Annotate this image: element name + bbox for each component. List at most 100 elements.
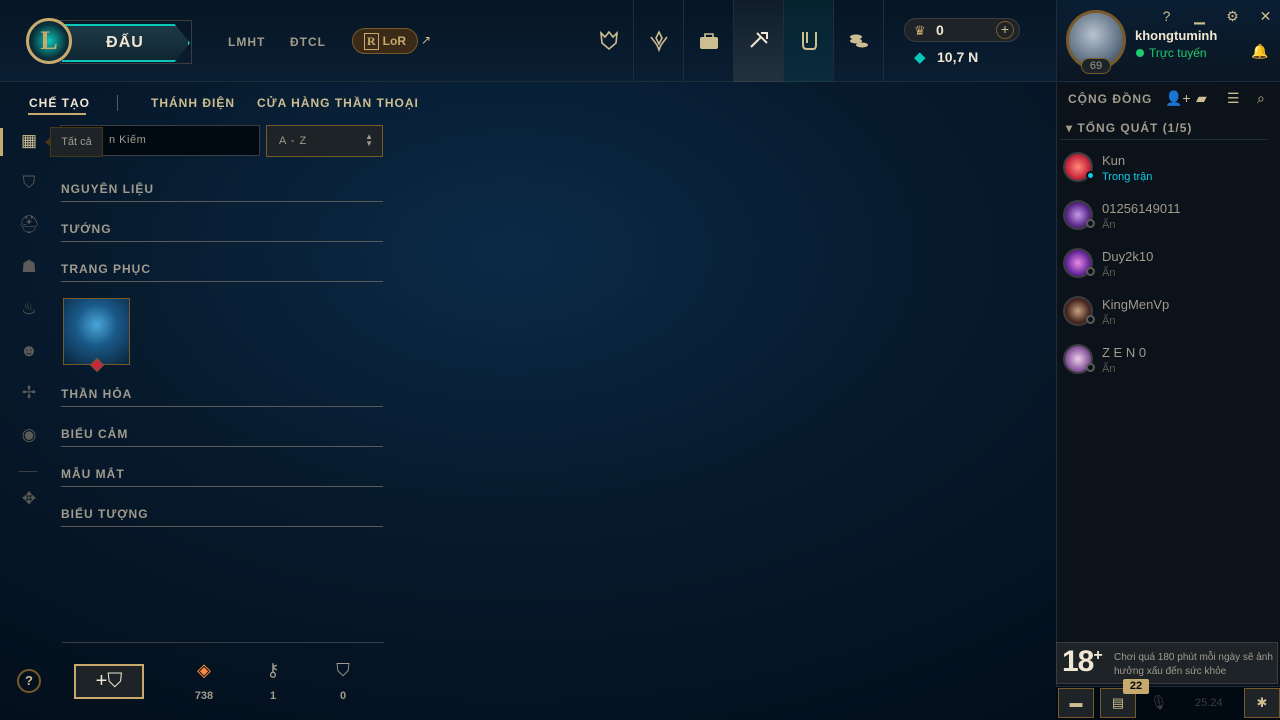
orange-essence-icon: ◈ [197,660,211,680]
nav-tft[interactable]: ĐTCL [290,35,326,49]
friend-status: Ẩn [1102,363,1116,375]
flame-icon[interactable]: ♨ [18,298,40,320]
friend-status-dot [1086,315,1095,324]
crafting-icon[interactable] [734,0,784,82]
bug-report-icon[interactable]: ✱ [1244,688,1280,718]
lor-label: LoR [382,34,406,48]
list-view-icon[interactable]: ☰ [1227,90,1240,107]
microphone-icon[interactable]: 🎙 [1150,694,1168,711]
help-question-icon[interactable]: ? [17,669,41,693]
ranked-icon[interactable] [634,0,684,82]
grid-all-icon[interactable]: ▦ [18,130,40,152]
client-window: ĐẤU L LMHT ĐTCL R LoR ↗ ♛ 0 + ◆ 10,7 N 6… [0,0,1280,720]
group-label: TỔNG QUÁT (1/5) [1077,121,1193,135]
skin-shard-tile[interactable] [63,298,130,365]
sort-value: A - Z [279,135,308,147]
emote-face-icon[interactable]: ☻ [18,340,40,362]
username[interactable]: khongtuminh [1135,28,1217,43]
friend-status: Ẩn [1102,315,1116,327]
friend-name[interactable]: Kun [1102,153,1125,168]
tab-crafting[interactable]: CHẾ TẠO [29,96,90,110]
minimize-icon[interactable]: ▁ [1183,6,1216,26]
ward-icon[interactable]: ✢ [18,382,40,404]
orange-essence-count: 738 [194,690,214,702]
status-label: Trực tuyến [1149,46,1207,60]
chest-filter-icon[interactable]: ⛉ [18,172,40,194]
section-skins[interactable]: TRANG PHỤC [61,262,383,282]
section-icons[interactable]: BIỂU TƯỢNG [61,507,383,527]
section-champions[interactable]: TƯỚNG [61,222,383,242]
close-icon[interactable]: ✕ [1249,6,1280,26]
section-ward-skins[interactable]: MẪU MẮT [61,467,383,487]
collection-icon[interactable] [684,0,734,82]
social-title: CỘNG ĐỒNG [1068,92,1153,106]
blue-essence-icon: ◆ [914,49,926,66]
chest-icon: ⛉ [336,660,350,680]
friend-name[interactable]: 01256149011 [1102,201,1181,216]
bottom-divider [62,642,384,643]
age-rating: 18+ [1062,645,1103,679]
age-rating-plus: + [1093,647,1102,664]
riot-points-icon: ♛ [914,23,926,38]
version-label: 25.24 [1195,697,1223,709]
side-divider [19,471,37,472]
chest-count: 0 [339,690,347,702]
settings-gear-icon[interactable]: ⚙ [1216,6,1249,26]
tab-mythic-shop[interactable]: CỬA HÀNG THẦN THOẠI [257,96,419,110]
trophy-icon[interactable] [584,0,634,82]
chat-icon[interactable]: ▬ [1058,688,1094,718]
riot-points-value: 0 [936,22,944,38]
sort-dropdown[interactable]: A - Z ▲ ▼ [266,125,383,157]
subnav-divider [117,95,118,111]
buy-rp-button[interactable]: + [996,21,1014,39]
summoner-icon-icon[interactable]: ◉ [18,424,40,446]
tab-sanctum[interactable]: THÁNH ĐIỆN [151,96,235,110]
lor-letter: R [364,32,379,50]
sort-chevron-icon: ▲ ▼ [365,132,374,148]
section-materials[interactable]: NGUYÊN LIỆU [61,182,383,202]
loot-icon[interactable] [784,0,834,82]
online-status[interactable]: Trực tuyến [1136,46,1207,60]
craft-chest-button[interactable]: +⛉ [74,664,144,699]
key-count: 1 [269,690,277,702]
friend-status-dot [1086,219,1095,228]
help-icon[interactable]: ? [1150,6,1183,26]
tooltip-all: Tất cả [45,127,103,157]
main-nav-icons [584,0,884,82]
online-dot [1136,49,1144,57]
skin-mask-icon[interactable]: ☗ [18,256,40,278]
level-badge: 69 [1081,58,1111,74]
search-icon[interactable]: ⌕ [1257,90,1265,107]
window-controls: ? ▁ ⚙ ✕ [1150,6,1280,26]
health-warning-text: Chơi quá 180 phút mỗi ngày sẽ ảnh hưởng … [1114,652,1273,677]
notification-bell-icon[interactable]: 🔔 [1251,43,1268,60]
age-rating-number: 18 [1062,645,1094,678]
add-friend-icon[interactable]: 👤+ [1165,90,1191,107]
lor-button[interactable]: R LoR [352,28,418,54]
friend-name[interactable]: Z E N 0 [1102,345,1146,360]
section-emotes[interactable]: BIỂU CẢM [61,427,383,447]
champion-helmet-icon[interactable]: ⛑ [18,214,40,236]
friend-status-dot [1086,267,1095,276]
key-icon: ⚷ [266,660,280,680]
store-icon[interactable] [834,0,884,82]
friend-group-header[interactable]: ▾ TỔNG QUÁT (1/5) [1060,116,1268,140]
play-button[interactable]: ĐẤU [62,24,190,62]
external-link-icon: ↗ [421,33,432,47]
friend-status: Ẩn [1102,219,1116,231]
play-button-label: ĐẤU [106,34,144,51]
side-active-indicator [0,128,3,156]
nav-lol[interactable]: LMHT [228,35,265,49]
active-tab-underline [28,113,86,115]
add-folder-icon[interactable]: ▰ [1196,90,1207,107]
section-eternals[interactable]: THẦN HỎA [61,387,383,407]
message-count-badge: 22 [1123,679,1149,694]
league-logo-icon[interactable]: L [26,18,72,64]
friend-status-dot [1086,363,1095,372]
friend-status-dot [1086,171,1095,180]
collapse-arrows-icon[interactable]: ✥ [18,488,40,510]
friend-name[interactable]: Duy2k10 [1102,249,1153,264]
friend-name[interactable]: KingMenVp [1102,297,1169,312]
blue-essence-value: 10,7 N [937,49,979,65]
friend-status: Ẩn [1102,267,1116,279]
